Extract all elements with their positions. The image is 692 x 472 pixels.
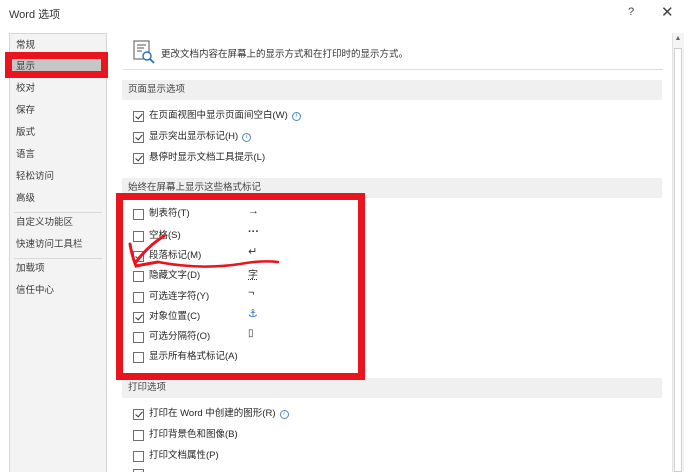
paragraph-mark-icon: ↵ xyxy=(248,246,258,258)
option-label: 空格(S) xyxy=(149,230,181,241)
sidebar-item-language[interactable]: 语言 xyxy=(10,145,106,165)
help-button[interactable]: ? xyxy=(628,6,634,18)
option-label: 可选连字符(Y) xyxy=(149,291,210,302)
tab-mark-icon: → xyxy=(248,205,259,217)
title-bar: Word 选项 ? ✕ xyxy=(0,0,692,26)
option-print-background[interactable]: 打印背景色和图像(B) xyxy=(133,427,238,443)
scrollbar-thumb[interactable] xyxy=(674,48,682,472)
sidebar-item-add-ins[interactable]: 加载项 xyxy=(10,259,106,279)
option-tab-characters[interactable]: 制表符(T) xyxy=(133,206,190,222)
option-label: 可选分隔符(O) xyxy=(149,331,211,342)
option-show-highlighter[interactable]: 显示突出显示标记(H) i xyxy=(133,129,252,145)
checkbox[interactable] xyxy=(133,270,144,282)
optional-break-mark-icon: ▯ xyxy=(248,328,254,339)
display-page-icon xyxy=(133,40,155,64)
checkbox[interactable] xyxy=(133,250,144,262)
option-label: 打印在 Word 中创建的图形(R) xyxy=(149,408,276,419)
option-label: 在页面视图中显示页面间空白(W) xyxy=(149,110,288,121)
checkbox[interactable] xyxy=(133,408,144,420)
option-show-all-marks[interactable]: 显示所有格式标记(A) xyxy=(133,349,238,365)
option-label: 隐藏文字(D) xyxy=(149,270,201,281)
checkbox[interactable] xyxy=(133,468,144,472)
option-show-tooltips[interactable]: 悬停时显示文档工具提示(L) xyxy=(133,150,265,166)
option-label: 制表符(T) xyxy=(149,208,190,219)
info-icon: i xyxy=(291,111,301,121)
scroll-up-arrow-icon[interactable]: ▲ xyxy=(673,34,683,44)
sidebar-item-general[interactable]: 常规 xyxy=(10,36,106,56)
option-label: 显示所有格式标记(A) xyxy=(149,351,238,362)
option-print-properties[interactable]: 打印文档属性(P) xyxy=(133,448,219,464)
checkbox[interactable] xyxy=(133,110,144,122)
sidebar-item-trust-center[interactable]: 信任中心 xyxy=(10,281,106,301)
option-optional-hyphens[interactable]: 可选连字符(Y) xyxy=(133,289,209,305)
anchor-icon: ⚓ xyxy=(248,308,258,320)
checkbox[interactable] xyxy=(133,331,144,343)
option-print-drawings[interactable]: 打印在 Word 中创建的图形(R) i xyxy=(133,406,289,422)
window-title: Word 选项 xyxy=(9,9,61,21)
checkbox[interactable] xyxy=(133,208,144,220)
sidebar-item-quick-access-toolbar[interactable]: 快速访问工具栏 xyxy=(10,235,106,255)
checkbox[interactable] xyxy=(133,311,144,323)
options-sidebar: 常规 显示 校对 保存 版式 语言 轻松访问 高级 自定义功能区 快速访问工具栏… xyxy=(9,33,107,472)
intro-description: 更改文档内容在屏幕上的显示方式和在打印时的显示方式。 xyxy=(161,49,409,60)
checkbox[interactable] xyxy=(133,291,144,303)
checkbox[interactable] xyxy=(133,351,144,363)
sidebar-item-proofing[interactable]: 校对 xyxy=(10,79,106,99)
intro-divider xyxy=(123,69,663,70)
sidebar-item-typography[interactable]: 版式 xyxy=(10,123,106,143)
space-mark-icon: ··· xyxy=(248,226,259,238)
checkbox[interactable] xyxy=(133,450,144,462)
option-object-anchors[interactable]: 对象位置(C) xyxy=(133,309,200,325)
section-print-options: 打印选项 xyxy=(122,378,662,398)
option-label: 打印文档属性(P) xyxy=(149,450,219,461)
checkbox[interactable] xyxy=(133,152,144,164)
optional-hyphen-mark-icon: ¬ xyxy=(248,287,255,299)
checkbox[interactable] xyxy=(133,131,144,143)
option-paragraph-marks[interactable]: 段落标记(M) xyxy=(133,248,201,264)
sidebar-item-save[interactable]: 保存 xyxy=(10,101,106,121)
option-label: 段落标记(M) xyxy=(149,250,202,261)
option-hidden-text[interactable]: 隐藏文字(D) xyxy=(133,268,200,284)
info-icon: i xyxy=(279,409,289,419)
section-formatting-marks: 始终在屏幕上显示这些格式标记 xyxy=(122,178,662,198)
info-icon: i xyxy=(242,132,252,142)
sidebar-item-accessibility[interactable]: 轻松访问 xyxy=(10,167,106,187)
close-button[interactable]: ✕ xyxy=(661,3,674,21)
option-spaces[interactable]: 空格(S) xyxy=(133,228,181,244)
section-page-display: 页面显示选项 xyxy=(122,80,662,100)
option-label: 悬停时显示文档工具提示(L) xyxy=(149,152,266,163)
option-label: 显示突出显示标记(H) xyxy=(149,131,239,142)
option-optional-breaks[interactable]: 可选分隔符(O) xyxy=(133,329,210,345)
option-show-whitespace[interactable]: 在页面视图中显示页面间空白(W) i xyxy=(133,108,301,124)
sidebar-item-customize-ribbon[interactable]: 自定义功能区 xyxy=(10,213,106,233)
option-partially-visible[interactable] xyxy=(133,466,144,472)
checkbox[interactable] xyxy=(133,429,144,441)
option-label: 对象位置(C) xyxy=(149,311,201,322)
sidebar-item-advanced[interactable]: 高级 xyxy=(10,189,106,209)
sidebar-item-display[interactable]: 显示 xyxy=(10,57,106,77)
hidden-text-mark-icon: 字 xyxy=(248,270,258,281)
checkbox[interactable] xyxy=(133,230,144,242)
option-label: 打印背景色和图像(B) xyxy=(149,429,238,440)
